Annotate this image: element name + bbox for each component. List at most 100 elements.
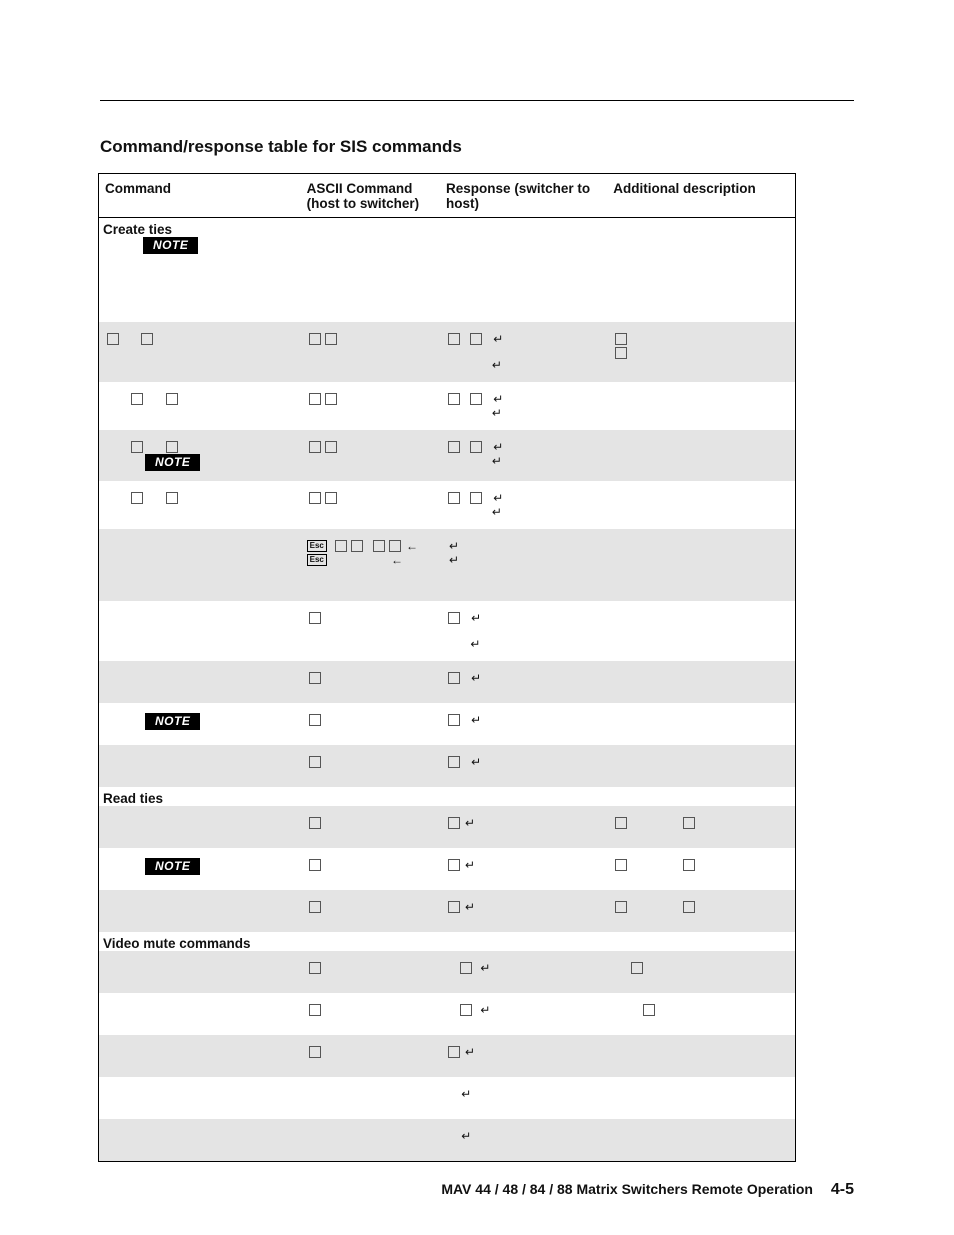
enter-icon: ←	[388, 553, 403, 567]
note-badge: NOTE	[145, 454, 200, 471]
placeholder-icon	[448, 393, 460, 405]
placeholder-icon	[389, 540, 401, 552]
table-row	[99, 254, 796, 322]
table-row: NOTE ↵	[99, 703, 796, 745]
placeholder-icon	[470, 492, 482, 504]
return-icon: ↵	[468, 611, 481, 625]
placeholder-icon	[448, 492, 460, 504]
return-icon: ↵	[490, 332, 503, 346]
placeholder-icon	[309, 962, 321, 974]
placeholder-icon	[107, 333, 119, 345]
table-row: ↵ ↵	[99, 322, 796, 382]
placeholder-icon	[325, 333, 337, 345]
placeholder-icon	[309, 859, 321, 871]
placeholder-icon	[373, 540, 385, 552]
enter-icon: ←	[403, 539, 418, 553]
placeholder-icon	[470, 441, 482, 453]
table-row: Esc ← Esc ← ↵↵	[99, 529, 796, 601]
return-icon: ↵	[490, 392, 503, 406]
placeholder-icon	[448, 714, 460, 726]
return-icon: ↵	[490, 440, 503, 454]
placeholder-icon	[309, 714, 321, 726]
return-icon: ↵	[446, 553, 459, 567]
note-badge: NOTE	[143, 237, 198, 254]
note-badge: NOTE	[145, 858, 200, 875]
placeholder-icon	[683, 901, 695, 913]
placeholder-icon	[309, 756, 321, 768]
group-create-ties-label: Create ties	[103, 222, 172, 237]
table-row: ↵	[99, 806, 796, 848]
placeholder-icon	[643, 1004, 655, 1016]
placeholder-icon	[448, 672, 460, 684]
table-row: ↵	[99, 951, 796, 993]
placeholder-icon	[325, 492, 337, 504]
placeholder-icon	[448, 901, 460, 913]
group-create-ties: Create ties NOTE	[99, 218, 796, 255]
placeholder-icon	[448, 817, 460, 829]
placeholder-icon	[325, 441, 337, 453]
note-badge: NOTE	[145, 713, 200, 730]
placeholder-icon	[615, 347, 627, 359]
placeholder-icon	[615, 817, 627, 829]
table-row: ↵	[99, 890, 796, 932]
return-icon: ↵	[446, 539, 459, 553]
placeholder-icon	[470, 333, 482, 345]
return-icon: ↵	[462, 1045, 475, 1059]
return-icon: ↵	[462, 816, 475, 830]
table-row: ↵ ↵	[99, 382, 796, 430]
placeholder-icon	[309, 901, 321, 913]
return-icon: ↵	[458, 1129, 471, 1143]
placeholder-icon	[309, 492, 321, 504]
return-icon: ↵	[477, 1003, 490, 1017]
placeholder-icon	[683, 859, 695, 871]
col-header-response: Response (switcher to host)	[440, 174, 607, 218]
table-row: ↵	[99, 1035, 796, 1077]
table-row: NOTE ↵	[99, 848, 796, 890]
group-video-mute: Video mute commands	[99, 932, 796, 951]
placeholder-icon	[309, 393, 321, 405]
placeholder-icon	[631, 962, 643, 974]
return-icon: ↵	[489, 505, 502, 519]
placeholder-icon	[309, 441, 321, 453]
return-icon: ↵	[489, 406, 502, 420]
placeholder-icon	[683, 817, 695, 829]
return-icon: ↵	[490, 491, 503, 505]
table-row: ↵	[99, 993, 796, 1035]
placeholder-icon	[131, 492, 143, 504]
placeholder-icon	[448, 756, 460, 768]
esc-key-icon: Esc	[307, 540, 327, 552]
return-icon: ↵	[489, 454, 502, 468]
section-title: Command/response table for SIS commands	[100, 137, 854, 157]
placeholder-icon	[448, 859, 460, 871]
group-video-mute-label: Video mute commands	[103, 936, 251, 951]
return-icon: ↵	[462, 858, 475, 872]
placeholder-icon	[325, 393, 337, 405]
group-read-ties-label: Read ties	[103, 791, 163, 806]
placeholder-icon	[131, 441, 143, 453]
return-icon: ↵	[468, 755, 481, 769]
table-row: ↵	[99, 1077, 796, 1119]
col-header-command: Command	[99, 174, 301, 218]
table-row: NOTE ↵ ↵	[99, 430, 796, 481]
placeholder-icon	[166, 492, 178, 504]
placeholder-icon	[448, 333, 460, 345]
placeholder-icon	[309, 612, 321, 624]
table-row: ↵	[99, 1119, 796, 1162]
return-icon: ↵	[468, 671, 481, 685]
col-header-ascii: ASCII Command (host to switcher)	[301, 174, 440, 218]
return-icon: ↵	[468, 713, 481, 727]
return-icon: ↵	[477, 961, 490, 975]
placeholder-icon	[448, 441, 460, 453]
placeholder-icon	[309, 1046, 321, 1058]
group-read-ties: Read ties	[99, 787, 796, 806]
placeholder-icon	[335, 540, 347, 552]
table-row: ↵ ↵	[99, 481, 796, 529]
placeholder-icon	[351, 540, 363, 552]
placeholder-icon	[141, 333, 153, 345]
placeholder-icon	[309, 672, 321, 684]
placeholder-icon	[615, 859, 627, 871]
table-row: ↵	[99, 745, 796, 787]
footer-title: MAV 44 / 48 / 84 / 88 Matrix Switchers R…	[441, 1181, 813, 1197]
placeholder-icon	[615, 901, 627, 913]
placeholder-icon	[448, 1046, 460, 1058]
